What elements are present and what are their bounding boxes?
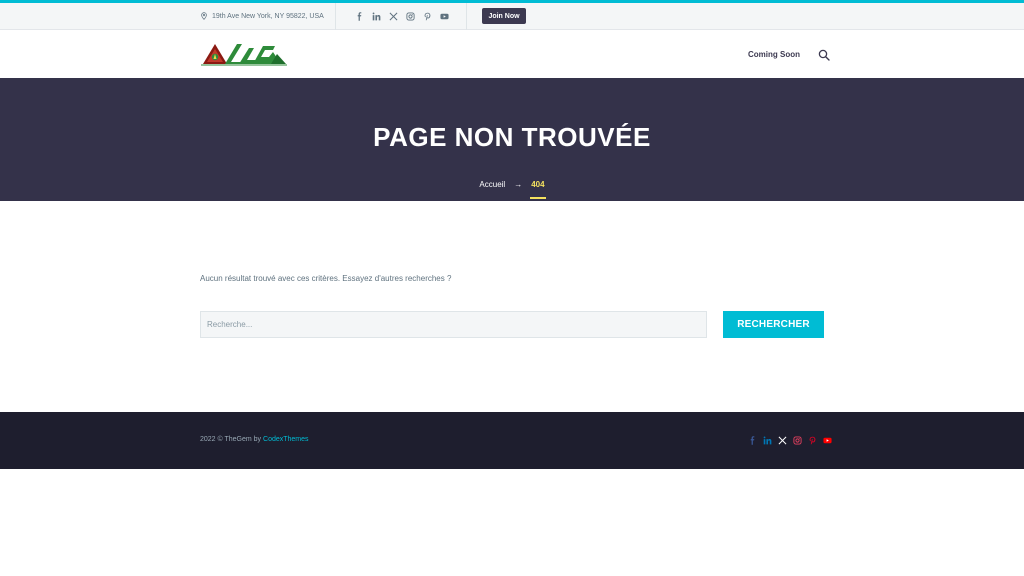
site-footer: 2022 © TheGem by CodexThemes [0,412,1024,469]
topbar-address: 19th Ave New York, NY 95822, USA [200,3,324,30]
map-pin-icon [200,11,208,22]
search-icon[interactable] [818,48,830,61]
pinterest-icon[interactable] [423,12,432,21]
facebook-icon[interactable] [748,436,757,445]
topbar-socials [355,3,449,30]
instagram-icon[interactable] [793,436,802,445]
join-now-button[interactable]: Join Now [482,8,526,24]
copyright-text: 2022 © TheGem by [200,436,264,443]
page-title: PAGE NON TROUVÉE [373,122,651,152]
pinterest-icon[interactable] [808,436,817,445]
codexthemes-link[interactable]: CodexThemes [263,436,309,443]
no-results-message: Aucun résultat trouvé avec ces critères.… [200,274,452,283]
topbar-divider [466,3,467,30]
address-text: 19th Ave New York, NY 95822, USA [212,13,324,20]
page-title-banner: PAGE NON TROUVÉE Accueil → 404 [0,78,1024,201]
youtube-icon[interactable] [823,436,832,445]
footer-copyright: 2022 © TheGem by CodexThemes [200,436,309,443]
footer-socials [748,436,832,445]
breadcrumb-current: 404 [530,180,546,199]
linkedin-icon[interactable] [763,436,772,445]
search-submit-button[interactable]: RECHERCHER [723,311,824,338]
site-logo[interactable] [201,42,287,66]
top-bar: 19th Ave New York, NY 95822, USA Join No… [0,3,1024,30]
linkedin-icon[interactable] [372,12,381,21]
breadcrumb-home-link[interactable]: Accueil [479,180,505,189]
instagram-icon[interactable] [406,12,415,21]
facebook-icon[interactable] [355,12,364,21]
x-icon[interactable] [778,436,787,445]
search-input[interactable] [200,311,707,338]
nav-item-coming-soon[interactable]: Coming Soon [748,30,800,78]
site-header: Coming Soon [0,30,1024,78]
youtube-icon[interactable] [440,12,449,21]
topbar-divider [335,3,336,30]
x-icon[interactable] [389,12,398,21]
breadcrumb-arrow-icon: → [514,180,523,189]
breadcrumb: Accueil → 404 [0,180,1024,199]
